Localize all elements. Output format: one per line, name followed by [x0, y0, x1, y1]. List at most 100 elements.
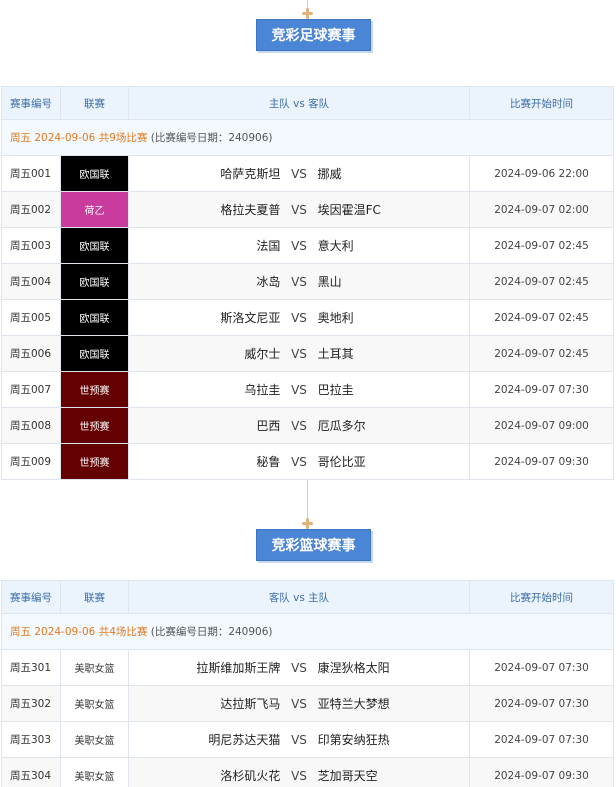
table-row: 周五002 荷乙 格拉夫夏普 VS 埃因霍温FC 2024-09-07 02:00 [1, 191, 614, 228]
kickoff-time: 2024-09-07 09:00 [469, 407, 614, 444]
team-first[interactable]: 洛杉矶火花 [129, 767, 280, 784]
team-second[interactable]: 印第安纳狂热 [318, 731, 469, 748]
vs-label: VS [291, 660, 307, 675]
table-row: 周五004 欧国联 冰岛 VS 黑山 2024-09-07 02:45 [1, 263, 614, 300]
match-cell: 威尔士 VS 土耳其 [128, 335, 470, 372]
table-row: 周五009 世预赛 秘鲁 VS 哥伦比亚 2024-09-07 09:30 [1, 443, 614, 480]
team-first[interactable]: 乌拉圭 [129, 381, 280, 398]
vs-label: VS [291, 310, 307, 325]
match-number: 周五007 [1, 371, 61, 408]
team-second[interactable]: 哥伦比亚 [318, 453, 469, 470]
basketball-section-header: 竞彩篮球赛事 [0, 480, 616, 580]
table-row: 周五007 世预赛 乌拉圭 VS 巴拉圭 2024-09-07 07:30 [1, 371, 614, 408]
match-number: 周五006 [1, 335, 61, 372]
kickoff-time: 2024-09-07 07:30 [469, 649, 614, 686]
vs-label: VS [291, 238, 307, 253]
team-first[interactable]: 格拉夫夏普 [129, 201, 280, 218]
match-number: 周五009 [1, 443, 61, 480]
team-second[interactable]: 埃因霍温FC [318, 201, 469, 218]
match-number: 周五301 [1, 649, 61, 686]
league-badge[interactable]: 欧国联 [60, 263, 129, 300]
team-second[interactable]: 奥地利 [318, 309, 469, 326]
match-number: 周五008 [1, 407, 61, 444]
team-second[interactable]: 巴拉圭 [318, 381, 469, 398]
match-cell: 格拉夫夏普 VS 埃因霍温FC [128, 191, 470, 228]
match-cell: 明尼苏达天猫 VS 印第安纳狂热 [128, 721, 470, 758]
date-summary: 周五 2024-09-06 共4场比赛 [10, 626, 148, 638]
matchup: 秘鲁 VS 哥伦比亚 [129, 444, 469, 479]
table-row: 周五001 欧国联 哈萨克斯坦 VS 挪威 2024-09-06 22:00 [1, 155, 614, 192]
basketball-schedule-table: 赛事编号 联赛 客队 vs 主队 比赛开始时间 周五 2024-09-06 共4… [1, 580, 614, 787]
league-badge[interactable]: 美职女篮 [60, 757, 129, 787]
team-second[interactable]: 康涅狄格太阳 [318, 659, 469, 676]
league-badge[interactable]: 欧国联 [60, 335, 129, 372]
team-first[interactable]: 巴西 [129, 417, 280, 434]
match-cell: 达拉斯飞马 VS 亚特兰大梦想 [128, 685, 470, 722]
col-header-match: 客队 vs 主队 [128, 580, 470, 614]
team-first[interactable]: 秘鲁 [129, 453, 280, 470]
col-header-time: 比赛开始时间 [469, 580, 614, 614]
league-badge[interactable]: 欧国联 [60, 227, 129, 264]
matchup: 乌拉圭 VS 巴拉圭 [129, 372, 469, 407]
league-badge[interactable]: 世预赛 [60, 371, 129, 408]
table-row: 周五303 美职女篮 明尼苏达天猫 VS 印第安纳狂热 2024-09-07 07:30 [1, 721, 614, 758]
match-cell: 斯洛文尼亚 VS 奥地利 [128, 299, 470, 336]
league-badge[interactable]: 美职女篮 [60, 721, 129, 758]
basketball-title: 竞彩篮球赛事 [256, 529, 371, 561]
vs-label: VS [291, 696, 307, 711]
league-badge[interactable]: 欧国联 [60, 155, 129, 192]
match-number: 周五304 [1, 757, 61, 787]
table-header-row: 赛事编号 联赛 主队 vs 客队 比赛开始时间 [1, 86, 614, 120]
team-second[interactable]: 土耳其 [318, 345, 469, 362]
team-first[interactable]: 冰岛 [129, 273, 280, 290]
col-header-match: 主队 vs 客队 [128, 86, 470, 120]
match-cell: 法国 VS 意大利 [128, 227, 470, 264]
table-row: 周五005 欧国联 斯洛文尼亚 VS 奥地利 2024-09-07 02:45 [1, 299, 614, 336]
matchup: 冰岛 VS 黑山 [129, 264, 469, 299]
kickoff-time: 2024-09-07 02:00 [469, 191, 614, 228]
team-second[interactable]: 芝加哥天空 [318, 767, 469, 784]
league-badge[interactable]: 世预赛 [60, 407, 129, 444]
team-first[interactable]: 法国 [129, 237, 280, 254]
matchup: 格拉夫夏普 VS 埃因霍温FC [129, 192, 469, 227]
matchup: 洛杉矶火花 VS 芝加哥天空 [129, 758, 469, 787]
league-badge[interactable]: 荷乙 [60, 191, 129, 228]
vs-label: VS [291, 274, 307, 289]
league-badge[interactable]: 世预赛 [60, 443, 129, 480]
match-number: 周五003 [1, 227, 61, 264]
team-first[interactable]: 哈萨克斯坦 [129, 165, 280, 182]
date-row: 周五 2024-09-06 共9场比赛 (比赛编号日期：240906) [1, 119, 614, 156]
team-second[interactable]: 挪威 [318, 165, 469, 182]
team-second[interactable]: 亚特兰大梦想 [318, 695, 469, 712]
team-first[interactable]: 达拉斯飞马 [129, 695, 280, 712]
matchup: 巴西 VS 厄瓜多尔 [129, 408, 469, 443]
table-row: 周五302 美职女篮 达拉斯飞马 VS 亚特兰大梦想 2024-09-07 07:30 [1, 685, 614, 722]
col-header-league: 联赛 [60, 86, 129, 120]
match-cell: 乌拉圭 VS 巴拉圭 [128, 371, 470, 408]
league-badge[interactable]: 美职女篮 [60, 649, 129, 686]
team-first[interactable]: 拉斯维加斯王牌 [129, 659, 280, 676]
league-badge[interactable]: 欧国联 [60, 299, 129, 336]
kickoff-time: 2024-09-07 09:30 [469, 757, 614, 787]
kickoff-time: 2024-09-06 22:00 [469, 155, 614, 192]
kickoff-time: 2024-09-07 09:30 [469, 443, 614, 480]
table-row: 周五006 欧国联 威尔士 VS 土耳其 2024-09-07 02:45 [1, 335, 614, 372]
matchup: 斯洛文尼亚 VS 奥地利 [129, 300, 469, 335]
match-cell: 冰岛 VS 黑山 [128, 263, 470, 300]
team-second[interactable]: 黑山 [318, 273, 469, 290]
team-second[interactable]: 意大利 [318, 237, 469, 254]
team-second[interactable]: 厄瓜多尔 [318, 417, 469, 434]
team-first[interactable]: 威尔士 [129, 345, 280, 362]
matchup: 威尔士 VS 土耳其 [129, 336, 469, 371]
vs-label: VS [291, 166, 307, 181]
league-badge[interactable]: 美职女篮 [60, 685, 129, 722]
team-first[interactable]: 斯洛文尼亚 [129, 309, 280, 326]
col-header-time: 比赛开始时间 [469, 86, 614, 120]
table-row: 周五003 欧国联 法国 VS 意大利 2024-09-07 02:45 [1, 227, 614, 264]
matchup: 拉斯维加斯王牌 VS 康涅狄格太阳 [129, 650, 469, 685]
football-title: 竞彩足球赛事 [256, 19, 371, 51]
team-first[interactable]: 明尼苏达天猫 [129, 731, 280, 748]
match-number: 周五302 [1, 685, 61, 722]
date-note: (比赛编号日期：240906) [147, 626, 273, 638]
kickoff-time: 2024-09-07 07:30 [469, 721, 614, 758]
